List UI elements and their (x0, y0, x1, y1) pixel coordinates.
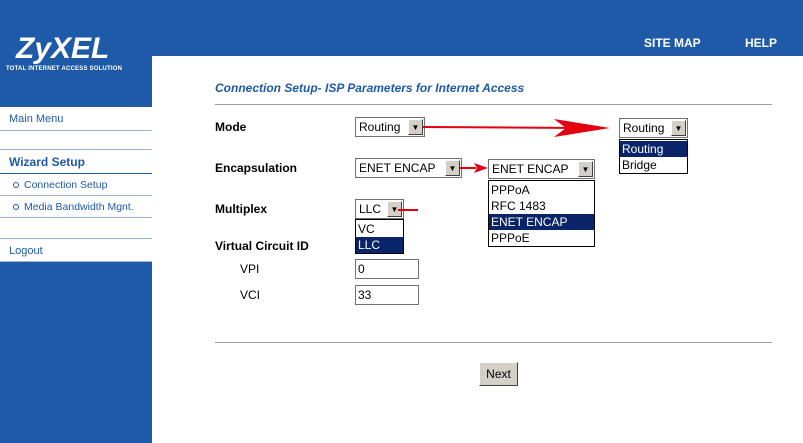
chevron-down-icon[interactable]: ▼ (408, 119, 423, 135)
logo-tagline: TOTAL INTERNET ACCESS SOLUTION (6, 66, 123, 72)
sidebar-item-logout[interactable]: Logout (0, 239, 152, 262)
chevron-down-icon[interactable]: ▼ (671, 120, 686, 136)
mode-select[interactable]: Routing ▼ (355, 117, 425, 137)
mode-option[interactable]: Routing (620, 141, 687, 157)
chevron-down-icon[interactable]: ▼ (387, 201, 402, 217)
logo-text: ZyXEL (16, 32, 110, 65)
sidebar-item-media-bandwidth[interactable]: Media Bandwidth Mgnt. (0, 196, 152, 218)
help-link[interactable]: HELP (745, 36, 777, 50)
virtual-circuit-label: Virtual Circuit ID (215, 239, 309, 253)
encapsulation-option[interactable]: PPPoA (489, 182, 594, 198)
top-banner-right (152, 28, 803, 56)
sidebar-item-main-menu[interactable]: Main Menu (0, 107, 152, 131)
sidebar-item-wizard-setup[interactable]: Wizard Setup (0, 150, 152, 174)
bullet-icon (13, 204, 19, 211)
chevron-down-icon[interactable]: ▼ (578, 161, 593, 177)
vpi-input[interactable]: 0 (355, 259, 419, 279)
multiplex-option[interactable]: VC (356, 221, 403, 237)
logout-label: Logout (9, 245, 43, 257)
multiplex-dropdown-list: VC LLC (355, 219, 404, 254)
encapsulation-select-expanded[interactable]: ENET ENCAP ▼ (488, 159, 595, 179)
encapsulation-dropdown-list: PPPoA RFC 1483 ENET ENCAP PPPoE (488, 180, 595, 247)
multiplex-label: Multiplex (215, 202, 268, 216)
chevron-down-icon[interactable]: ▼ (445, 160, 460, 176)
connection-setup-label: Connection Setup (24, 179, 108, 191)
vci-label: VCI (240, 288, 261, 302)
top-banner (0, 0, 803, 28)
encapsulation-option[interactable]: ENET ENCAP (489, 214, 594, 230)
encapsulation-option[interactable]: RFC 1483 (489, 198, 594, 214)
page-title: Connection Setup- ISP Parameters for Int… (215, 81, 525, 95)
wizard-setup-label: Wizard Setup (9, 155, 85, 169)
site-map-link[interactable]: SITE MAP (644, 36, 701, 50)
mode-dropdown-list: Routing Bridge (619, 139, 688, 174)
multiplex-option[interactable]: LLC (356, 237, 403, 253)
sidebar-item-connection-setup[interactable]: Connection Setup (0, 174, 152, 196)
encapsulation-select[interactable]: ENET ENCAP ▼ (355, 158, 462, 178)
multiplex-select[interactable]: LLC ▼ (355, 199, 404, 219)
encapsulation-option[interactable]: PPPoE (489, 230, 594, 246)
mode-label: Mode (215, 120, 247, 134)
divider-bottom (215, 342, 772, 343)
bullet-icon (13, 182, 19, 189)
encapsulation-label: Encapsulation (215, 161, 298, 175)
next-button[interactable]: Next (479, 362, 518, 386)
mode-select-expanded[interactable]: Routing ▼ (619, 118, 688, 138)
divider-top (215, 104, 772, 105)
sidebar-spacer (0, 131, 152, 150)
vpi-label: VPI (240, 262, 260, 276)
main-menu-label: Main Menu (9, 113, 64, 125)
vci-input[interactable]: 33 (355, 285, 419, 305)
mode-option[interactable]: Bridge (620, 157, 687, 173)
sidebar-spacer (0, 218, 152, 239)
media-bandwidth-label: Media Bandwidth Mgnt. (24, 201, 134, 213)
zyxel-logo: ZyXEL TOTAL INTERNET ACCESS SOLUTION (6, 32, 146, 78)
